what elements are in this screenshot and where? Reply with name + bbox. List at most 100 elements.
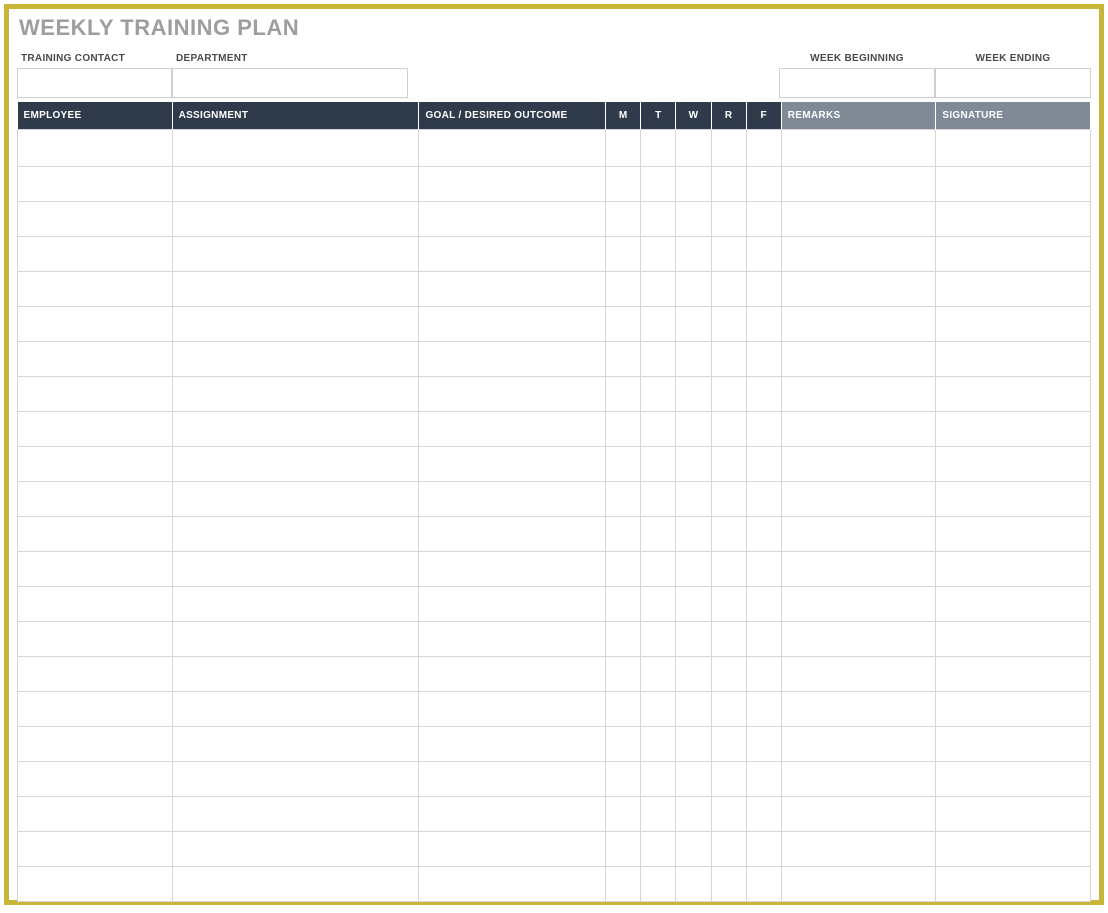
cell-m[interactable] xyxy=(606,692,641,727)
cell-remarks[interactable] xyxy=(781,167,936,202)
cell-remarks[interactable] xyxy=(781,447,936,482)
cell-assignment[interactable] xyxy=(172,482,419,517)
cell-goal[interactable] xyxy=(419,202,606,237)
cell-m[interactable] xyxy=(606,517,641,552)
cell-r[interactable] xyxy=(711,412,746,447)
cell-remarks[interactable] xyxy=(781,762,936,797)
cell-employee[interactable] xyxy=(18,342,173,377)
cell-remarks[interactable] xyxy=(781,867,936,902)
cell-r[interactable] xyxy=(711,342,746,377)
cell-t[interactable] xyxy=(641,272,676,307)
cell-assignment[interactable] xyxy=(172,832,419,867)
cell-employee[interactable] xyxy=(18,552,173,587)
cell-employee[interactable] xyxy=(18,307,173,342)
cell-t[interactable] xyxy=(641,167,676,202)
cell-signature[interactable] xyxy=(936,832,1091,867)
cell-remarks[interactable] xyxy=(781,412,936,447)
cell-w[interactable] xyxy=(676,482,711,517)
cell-t[interactable] xyxy=(641,552,676,587)
cell-assignment[interactable] xyxy=(172,587,419,622)
cell-employee[interactable] xyxy=(18,482,173,517)
cell-remarks[interactable] xyxy=(781,202,936,237)
cell-m[interactable] xyxy=(606,552,641,587)
cell-r[interactable] xyxy=(711,622,746,657)
cell-w[interactable] xyxy=(676,272,711,307)
cell-m[interactable] xyxy=(606,587,641,622)
cell-f[interactable] xyxy=(746,867,781,902)
cell-f[interactable] xyxy=(746,552,781,587)
cell-r[interactable] xyxy=(711,167,746,202)
cell-remarks[interactable] xyxy=(781,727,936,762)
cell-employee[interactable] xyxy=(18,587,173,622)
cell-remarks[interactable] xyxy=(781,482,936,517)
cell-signature[interactable] xyxy=(936,552,1091,587)
cell-assignment[interactable] xyxy=(172,307,419,342)
cell-assignment[interactable] xyxy=(172,377,419,412)
cell-t[interactable] xyxy=(641,867,676,902)
cell-remarks[interactable] xyxy=(781,692,936,727)
cell-r[interactable] xyxy=(711,587,746,622)
cell-f[interactable] xyxy=(746,342,781,377)
cell-signature[interactable] xyxy=(936,622,1091,657)
cell-m[interactable] xyxy=(606,867,641,902)
cell-w[interactable] xyxy=(676,622,711,657)
cell-f[interactable] xyxy=(746,412,781,447)
cell-m[interactable] xyxy=(606,202,641,237)
cell-t[interactable] xyxy=(641,692,676,727)
cell-w[interactable] xyxy=(676,202,711,237)
cell-r[interactable] xyxy=(711,552,746,587)
cell-f[interactable] xyxy=(746,657,781,692)
cell-employee[interactable] xyxy=(18,237,173,272)
training-contact-input[interactable] xyxy=(17,68,172,98)
cell-f[interactable] xyxy=(746,307,781,342)
cell-remarks[interactable] xyxy=(781,622,936,657)
cell-f[interactable] xyxy=(746,587,781,622)
cell-m[interactable] xyxy=(606,272,641,307)
cell-f[interactable] xyxy=(746,447,781,482)
cell-remarks[interactable] xyxy=(781,517,936,552)
cell-goal[interactable] xyxy=(419,237,606,272)
cell-remarks[interactable] xyxy=(781,307,936,342)
week-ending-input[interactable] xyxy=(935,68,1091,98)
cell-f[interactable] xyxy=(746,130,781,167)
cell-remarks[interactable] xyxy=(781,377,936,412)
cell-employee[interactable] xyxy=(18,167,173,202)
cell-m[interactable] xyxy=(606,342,641,377)
cell-f[interactable] xyxy=(746,727,781,762)
cell-signature[interactable] xyxy=(936,797,1091,832)
cell-w[interactable] xyxy=(676,130,711,167)
cell-assignment[interactable] xyxy=(172,412,419,447)
cell-f[interactable] xyxy=(746,832,781,867)
department-input[interactable] xyxy=(172,68,408,98)
cell-w[interactable] xyxy=(676,797,711,832)
cell-r[interactable] xyxy=(711,202,746,237)
cell-w[interactable] xyxy=(676,237,711,272)
cell-remarks[interactable] xyxy=(781,587,936,622)
cell-t[interactable] xyxy=(641,342,676,377)
cell-m[interactable] xyxy=(606,727,641,762)
cell-signature[interactable] xyxy=(936,587,1091,622)
cell-r[interactable] xyxy=(711,447,746,482)
cell-signature[interactable] xyxy=(936,130,1091,167)
cell-goal[interactable] xyxy=(419,797,606,832)
cell-f[interactable] xyxy=(746,762,781,797)
cell-f[interactable] xyxy=(746,237,781,272)
cell-employee[interactable] xyxy=(18,762,173,797)
cell-f[interactable] xyxy=(746,692,781,727)
cell-goal[interactable] xyxy=(419,867,606,902)
cell-r[interactable] xyxy=(711,762,746,797)
cell-w[interactable] xyxy=(676,412,711,447)
cell-goal[interactable] xyxy=(419,447,606,482)
cell-signature[interactable] xyxy=(936,377,1091,412)
cell-w[interactable] xyxy=(676,307,711,342)
cell-signature[interactable] xyxy=(936,692,1091,727)
cell-goal[interactable] xyxy=(419,552,606,587)
cell-remarks[interactable] xyxy=(781,657,936,692)
cell-t[interactable] xyxy=(641,727,676,762)
cell-f[interactable] xyxy=(746,482,781,517)
cell-employee[interactable] xyxy=(18,867,173,902)
cell-f[interactable] xyxy=(746,517,781,552)
cell-r[interactable] xyxy=(711,130,746,167)
cell-w[interactable] xyxy=(676,447,711,482)
cell-employee[interactable] xyxy=(18,202,173,237)
